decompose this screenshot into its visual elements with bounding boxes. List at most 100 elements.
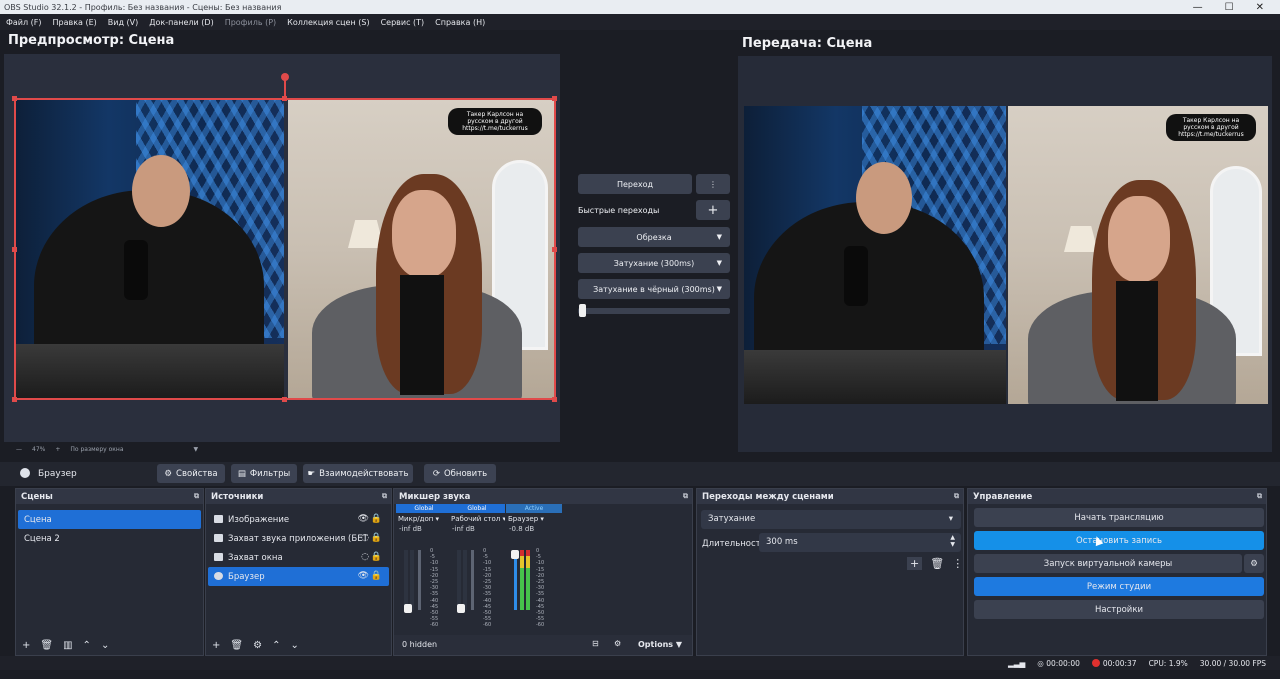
chevron-down-icon[interactable]: ▼ (194, 446, 199, 453)
add-icon[interactable]: + (907, 557, 923, 570)
chevron-down-icon[interactable]: ⌄ (290, 640, 298, 651)
channel-name[interactable]: Микр/доп ▾ (396, 513, 452, 525)
level-meter (526, 550, 530, 610)
start-virtual-camera-button[interactable]: Запуск виртуальной камеры (974, 554, 1242, 573)
minimize-icon[interactable]: — (1193, 2, 1203, 13)
lock-icon[interactable]: 🔒 (371, 533, 382, 543)
trash-icon[interactable]: 🗑 (40, 640, 53, 651)
menu-view[interactable]: Вид (V) (108, 18, 138, 27)
filter-icon[interactable]: ▥ (63, 640, 72, 651)
selection-box[interactable] (14, 98, 556, 400)
resize-handle-tl[interactable] (12, 96, 17, 101)
settings-button[interactable]: Настройки (974, 600, 1264, 619)
resize-handle-br[interactable] (552, 397, 557, 402)
popout-icon[interactable]: ⧉ (194, 492, 199, 501)
volume-fader[interactable] (418, 550, 421, 610)
resize-handle-t[interactable] (282, 96, 287, 101)
channel-name[interactable]: Браузер ▾ (506, 513, 562, 525)
source-item[interactable]: Изображение 👁 🔒 (208, 510, 389, 529)
menu-scene-collection[interactable]: Коллекция сцен (S) (287, 18, 369, 27)
level-meter (404, 550, 408, 610)
transition-button[interactable]: Переход (578, 174, 692, 194)
volume-fader-handle[interactable] (404, 604, 412, 613)
lock-icon[interactable]: 🔒 (371, 514, 382, 524)
studio-mode-button[interactable]: Режим студии (974, 577, 1264, 596)
popout-icon[interactable]: ⧉ (954, 492, 959, 501)
channel-name[interactable]: Рабочий стол ▾ (449, 513, 505, 525)
gear-icon[interactable]: ⚙ (253, 640, 262, 651)
mixer-channel: Global Микр/доп ▾ -inf dB 0 -5 -10 -15 -20 -2… (396, 504, 452, 649)
eye-icon[interactable]: 👁 (358, 571, 369, 581)
trash-icon[interactable]: 🗑 (230, 640, 243, 651)
preview-canvas[interactable]: Такер Карлсон на русском в другой https:… (4, 54, 560, 442)
transition-type-select[interactable]: Затухание ▾ (701, 510, 961, 529)
channel-tag: Global (449, 504, 505, 513)
resize-handle-l[interactable] (12, 247, 17, 252)
trash-icon[interactable]: 🗑 (930, 557, 944, 570)
volume-fader[interactable] (471, 550, 474, 610)
transition-slider[interactable] (578, 308, 730, 314)
menu-docks[interactable]: Док-панели (D) (149, 18, 213, 27)
chevron-up-icon[interactable]: ⌃ (272, 640, 280, 651)
lock-icon[interactable]: 🔒 (371, 552, 382, 562)
menu-bar: Файл (F) Правка (E) Вид (V) Док-панели (… (0, 14, 1280, 30)
popout-icon[interactable]: ⧉ (1257, 492, 1262, 501)
sources-toolbar: + 🗑 ⚙ ⌃ ⌄ (212, 640, 299, 651)
lock-icon[interactable]: 🔒 (371, 571, 382, 581)
stop-recording-button[interactable]: Остановить запись (974, 531, 1264, 550)
volume-fader[interactable] (514, 550, 517, 610)
eye-icon[interactable]: 👁 (358, 514, 369, 524)
gear-icon[interactable]: ⚙ (1244, 554, 1264, 573)
close-icon[interactable]: ✕ (1256, 2, 1264, 13)
zoom-fit-label[interactable]: По размеру окна (70, 446, 123, 453)
popout-icon[interactable]: ⧉ (683, 492, 688, 501)
eye-hidden-icon[interactable]: ◌ (361, 552, 369, 562)
zoom-controls: — 47% + По размеру окна ▼ (16, 446, 198, 453)
quick-transition-cut[interactable]: Обрезка ▼ (578, 227, 730, 247)
interact-button[interactable]: ☛ Взаимодействовать (303, 464, 413, 483)
program-canvas: Такер Карлсон на русском в другой https:… (738, 56, 1272, 452)
resize-handle-r[interactable] (552, 247, 557, 252)
mixer-layout-icon[interactable]: ⊟ (592, 639, 599, 648)
add-icon[interactable]: + (22, 640, 30, 651)
add-quick-transition-button[interactable]: + (696, 200, 730, 220)
rotation-handle[interactable] (281, 73, 289, 81)
transition-menu-icon[interactable]: ⋮ (696, 174, 730, 194)
duration-spinbox[interactable]: 300 ms ▲ ▼ (759, 533, 961, 552)
options-button[interactable]: Options ▼ (638, 640, 682, 649)
refresh-button[interactable]: ⟳ Обновить (424, 464, 496, 483)
properties-button[interactable]: ⚙ Свойства (157, 464, 225, 483)
quick-transition-fade[interactable]: Затухание (300ms) ▼ (578, 253, 730, 273)
recording-status: 00:00:37 (1091, 658, 1137, 668)
menu-tools[interactable]: Сервис (T) (381, 18, 425, 27)
resize-handle-b[interactable] (282, 397, 287, 402)
source-item[interactable]: Браузер 👁 🔒 (208, 567, 389, 586)
eye-hidden-icon[interactable]: ◌ (361, 533, 369, 543)
resize-handle-bl[interactable] (12, 397, 17, 402)
menu-file[interactable]: Файл (F) (6, 18, 42, 27)
resize-handle-tr[interactable] (552, 96, 557, 101)
scenes-dock: Сцены ⧉ Сцена Сцена 2 + 🗑 ▥ ⌃ ⌄ (15, 488, 204, 656)
menu-help[interactable]: Справка (H) (435, 18, 485, 27)
more-icon[interactable]: ⋮ (952, 557, 963, 570)
zoom-in-icon[interactable]: + (55, 446, 60, 453)
add-icon[interactable]: + (212, 640, 220, 651)
transition-slider-handle[interactable] (579, 304, 586, 317)
scene-item[interactable]: Сцена 2 (18, 529, 201, 548)
advanced-audio-icon[interactable]: ⚙ (614, 639, 621, 648)
maximize-icon[interactable]: ☐ (1225, 2, 1234, 13)
chevron-down-icon[interactable]: ⌄ (101, 640, 109, 651)
filters-button[interactable]: ▤ Фильтры (231, 464, 297, 483)
zoom-out-icon[interactable]: — (16, 446, 22, 453)
start-stream-button[interactable]: Начать трансляцию (974, 508, 1264, 527)
source-item[interactable]: Захват звука приложения (БЕТ ◌ 🔒 (208, 529, 389, 548)
volume-fader-handle[interactable] (511, 550, 519, 559)
scene-item[interactable]: Сцена (18, 510, 201, 529)
network-icon: ▂▃▅ (1007, 658, 1026, 668)
chevron-up-icon[interactable]: ⌃ (83, 640, 91, 651)
quick-transition-fade-black[interactable]: Затухание в чёрный (300ms) ▼ (578, 279, 730, 299)
volume-fader-handle[interactable] (457, 604, 465, 613)
menu-edit[interactable]: Правка (E) (53, 18, 97, 27)
source-item[interactable]: Захват окна ◌ 🔒 (208, 548, 389, 567)
popout-icon[interactable]: ⧉ (382, 492, 387, 501)
